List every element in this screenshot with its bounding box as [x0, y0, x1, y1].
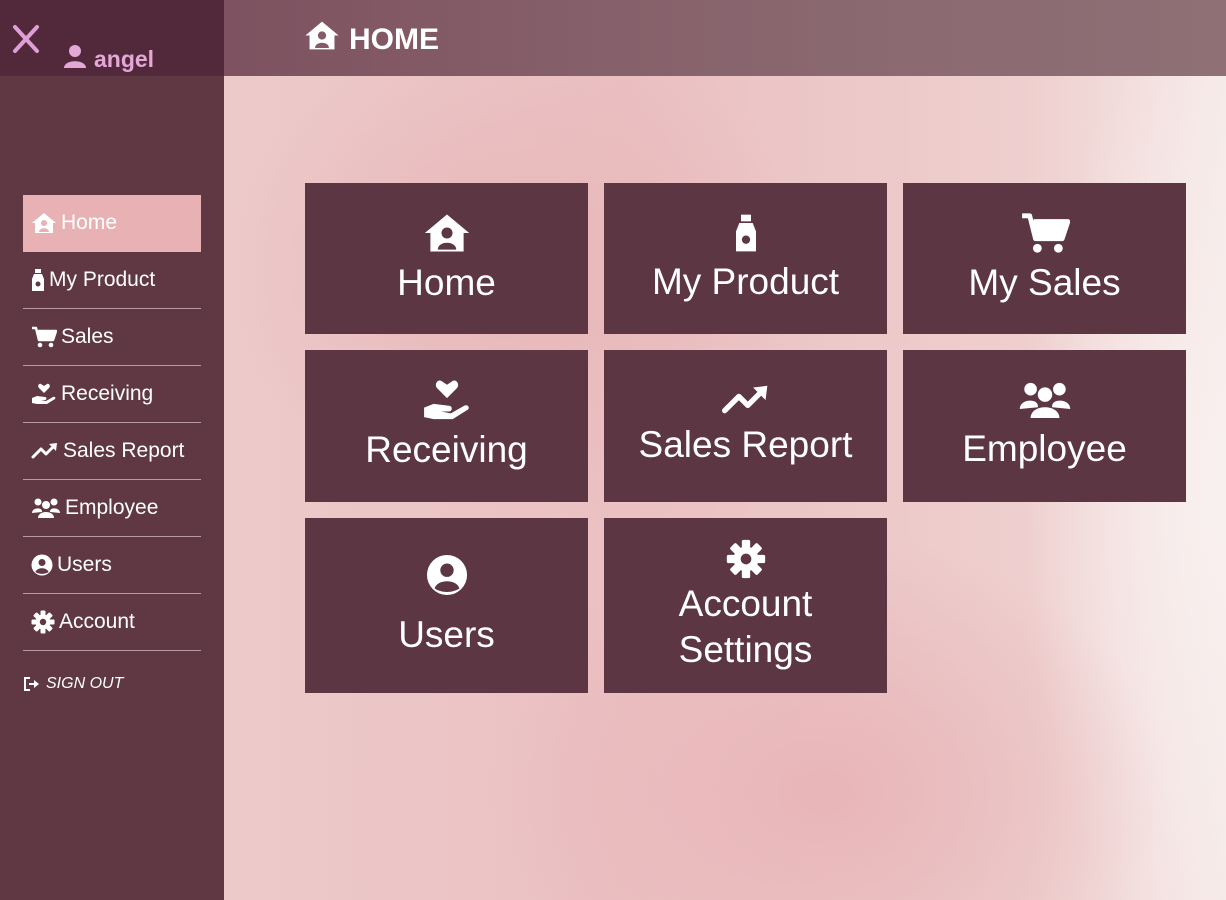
sidebar-item-sales-report[interactable]: Sales Report [23, 423, 201, 480]
tile-home[interactable]: Home [305, 183, 588, 334]
top-bar: HOME [224, 0, 1226, 76]
sidebar-item-my-product[interactable]: My Product [23, 252, 201, 309]
sidebar-item-label: Sales Report [63, 439, 185, 462]
chart-line-icon [721, 384, 771, 416]
sign-out-icon [23, 676, 41, 692]
tile-users[interactable]: Users [305, 518, 588, 693]
tile-my-sales[interactable]: My Sales [903, 183, 1186, 334]
main-content: Home My Product My Sales Receiving Sales… [224, 0, 1226, 900]
sidebar-item-label: Users [57, 553, 112, 576]
tile-label-line2: Settings [678, 628, 813, 670]
sidebar-nav: Home My Product Sales Receiving Sales Re… [23, 195, 201, 717]
tile-label: My Sales [968, 261, 1121, 303]
user-icon [64, 44, 86, 74]
hand-holding-heart-icon [422, 379, 472, 421]
tile-label: Users [398, 613, 495, 655]
tile-sales-report[interactable]: Sales Report [604, 350, 887, 502]
sidebar-header: angel [0, 0, 224, 76]
sign-out-link[interactable]: SIGN OUT [23, 651, 201, 717]
tile-employee[interactable]: Employee [903, 350, 1186, 502]
current-user: angel [64, 44, 154, 74]
sidebar-item-employee[interactable]: Employee [23, 480, 201, 537]
sidebar-item-label: Account [59, 610, 135, 633]
tile-label: Receiving [365, 429, 528, 470]
tile-account-settings[interactable]: Account Settings [604, 518, 887, 693]
username: angel [94, 45, 155, 72]
house-user-icon [31, 212, 57, 234]
sidebar-item-label: Receiving [61, 382, 154, 405]
tile-label: Employee [962, 428, 1127, 469]
sign-out-label: SIGN OUT [46, 675, 124, 692]
sidebar-item-sales[interactable]: Sales [23, 309, 201, 366]
sidebar: angel Home My Product Sales Receiving Sa… [0, 0, 224, 900]
tile-my-product[interactable]: My Product [604, 183, 887, 334]
tile-label: Sales Report [638, 424, 853, 465]
house-user-icon [423, 212, 471, 254]
cart-icon [31, 326, 57, 348]
sidebar-item-receiving[interactable]: Receiving [23, 366, 201, 423]
chart-line-icon [31, 442, 59, 460]
tile-label-line1: Account [678, 582, 813, 624]
users-icon [31, 497, 61, 519]
sidebar-item-label: Employee [65, 496, 159, 519]
gear-icon [31, 610, 55, 634]
bottle-icon [31, 268, 45, 292]
tile-label: Home [397, 261, 496, 303]
gear-icon [726, 539, 766, 579]
sidebar-item-label: My Product [49, 268, 156, 291]
tile-label: My Product [651, 260, 840, 302]
sidebar-item-users[interactable]: Users [23, 537, 201, 594]
cart-icon [1020, 212, 1070, 254]
sidebar-item-home[interactable]: Home [23, 195, 201, 252]
tile-receiving[interactable]: Receiving [305, 350, 588, 502]
sidebar-item-label: Sales [61, 325, 114, 348]
sidebar-item-account[interactable]: Account [23, 594, 201, 651]
close-icon[interactable] [11, 22, 41, 56]
user-circle-icon [426, 554, 468, 596]
users-icon [1018, 380, 1072, 420]
sidebar-item-label: Home [61, 211, 118, 234]
bottle-icon [734, 213, 758, 253]
hand-holding-heart-icon [31, 383, 57, 405]
page-title-text: HOME [349, 22, 439, 56]
page-title: HOME [304, 20, 439, 59]
house-user-icon [304, 20, 340, 59]
user-circle-icon [31, 554, 53, 576]
